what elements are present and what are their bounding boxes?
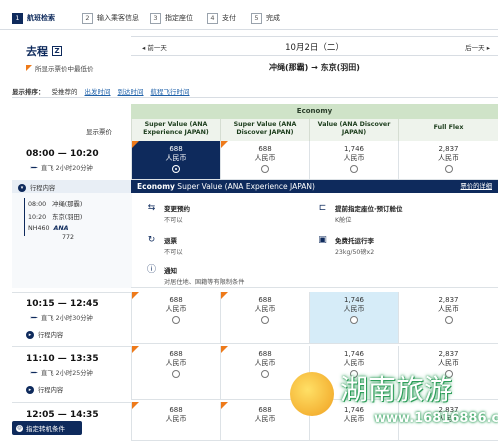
radio-button[interactable] xyxy=(350,165,358,173)
show-fare-label: 显示票价 xyxy=(86,128,112,136)
fare-cell[interactable]: 688 人民币 xyxy=(131,292,220,344)
radio-button[interactable] xyxy=(261,316,269,324)
sort-flight-duration[interactable]: 航程飞行时间 xyxy=(151,86,190,96)
expand-icon: ▸ xyxy=(26,330,34,339)
step-5: 5 完成 xyxy=(251,11,280,25)
next-day-button[interactable]: 后一天 ▸ xyxy=(465,42,490,52)
arrow-icon: → xyxy=(311,63,318,72)
step-2: 2 输入乘客信息 xyxy=(82,11,139,25)
fare-cell[interactable]: 688 人民币 xyxy=(131,402,220,441)
seat-icon: ⊏ xyxy=(318,203,327,213)
feature-seat: ⊏ 提前指定座位·预订舱位 K舱位 xyxy=(316,203,403,224)
itinerary-toggle[interactable]: ▾ 行程内容 xyxy=(12,180,132,193)
divider xyxy=(12,97,498,98)
flight-time: 10:15 — 12:45 xyxy=(26,299,99,309)
flight-time: 12:05 — 14:35 xyxy=(26,410,99,420)
timeline-line xyxy=(24,198,25,236)
lowest-fare-marker-icon xyxy=(221,346,228,353)
feature-baggage: ▣ 免费托运行李 23kg/50磅x2 xyxy=(316,235,374,256)
fare-features: ⇆ 变更预约 不可以 ⊏ 提前指定座位·预订舱位 K舱位 ↻ 退票 不可以 ▣ 免费托运行李 2… xyxy=(131,193,498,288)
airplane-icon xyxy=(30,316,38,319)
step-4: 4 支付 xyxy=(207,11,236,25)
airplane-icon xyxy=(30,371,38,374)
flight-time: 08:00 — 10:20 xyxy=(26,149,99,159)
feature-change: ⇆ 变更预约 不可以 xyxy=(145,203,190,224)
row-divider xyxy=(12,402,132,403)
ticket-icon: ⇆ xyxy=(147,203,156,213)
sort-arrival-time[interactable]: 到达时间 xyxy=(118,86,144,96)
step-progress-bar: 1 航班检索 2 输入乘客信息 3 指定座位 4 支付 5 完成 xyxy=(0,0,498,30)
feature-notice: ⓘ 通知 对居住地、国籍等有限制条件 xyxy=(146,265,245,286)
lowest-fare-marker-icon xyxy=(221,292,228,299)
leg-departure: 08:00 冲绳(那霸) xyxy=(28,201,83,208)
info-icon: ⓘ xyxy=(146,265,156,275)
itinerary-toggle[interactable]: ▸ 行程内容 xyxy=(26,385,63,394)
trip-title: 去程 Z xyxy=(26,43,62,59)
fare-cell[interactable]: 1,746 人民币 xyxy=(309,141,398,180)
row-divider xyxy=(12,346,132,347)
fare-column-header: Super Value (ANA Discover JAPAN) xyxy=(220,119,309,141)
sort-bar: 显示排序： 受推荐的 出发时间 到达时间 航程飞行时间 xyxy=(12,86,190,96)
flight-duration: 直飞 2小时25分钟 xyxy=(30,368,93,377)
fare-detail-header: Economy Super Value (ANA Experience JAPA… xyxy=(131,180,498,193)
date-navigator: ◂ 前一天 10月2日（二） 后一天 ▸ xyxy=(131,36,498,56)
fare-cell-selected[interactable]: 688 人民币 xyxy=(131,141,220,180)
watermark-logo xyxy=(290,372,334,416)
sort-recommended[interactable]: 受推荐的 xyxy=(52,86,78,96)
step-3: 3 指定座位 xyxy=(150,11,193,25)
aircraft-type: 772 xyxy=(62,234,75,241)
lowest-fare-marker-icon xyxy=(132,346,139,353)
lowest-fare-marker-icon xyxy=(26,65,32,71)
radio-button[interactable] xyxy=(172,370,180,378)
refund-icon: ↻ xyxy=(147,235,156,245)
route-header: 冲绳(那霸) → 东京(羽田) xyxy=(269,63,360,72)
fare-cell[interactable]: 688 人民币 xyxy=(131,346,220,400)
flight-duration: 直飞 2小时20分钟 xyxy=(30,163,93,172)
current-date: 10月2日（二） xyxy=(285,43,344,53)
itinerary-toggle[interactable]: ▸ 行程内容 xyxy=(26,330,63,339)
lowest-fare-marker-icon xyxy=(132,141,139,148)
lowest-fare-marker-icon xyxy=(221,402,228,409)
fare-cell[interactable]: 688 人民币 xyxy=(220,141,309,180)
expand-icon: ▸ xyxy=(26,385,34,394)
edit-icon[interactable]: Z xyxy=(52,46,62,56)
watermark: 湖南旅游 www.16816886.com xyxy=(290,368,498,438)
ana-logo: ANA xyxy=(53,225,69,232)
fare-cell[interactable]: 2,837 人民币 xyxy=(398,292,498,344)
fare-cell[interactable]: 688 人民币 xyxy=(220,292,309,344)
airplane-icon xyxy=(30,166,38,169)
radio-button[interactable] xyxy=(444,316,453,324)
baggage-icon: ▣ xyxy=(318,235,327,245)
collapse-icon: ▾ xyxy=(18,183,26,192)
flight-time: 11:10 — 13:35 xyxy=(26,354,99,364)
fare-column-header: Super Value (ANA Experience JAPAN) xyxy=(131,119,220,141)
radio-button[interactable] xyxy=(444,165,453,173)
lowest-fare-marker-icon xyxy=(132,292,139,299)
fare-column-header: Value (ANA Discover JAPAN) xyxy=(309,119,398,141)
lowest-fare-marker-icon xyxy=(221,141,228,148)
lowest-fare-marker-icon xyxy=(132,402,139,409)
leg-arrival: 10:20 东京(羽田) xyxy=(28,214,83,221)
radio-button[interactable] xyxy=(261,165,269,173)
fare-rules-link[interactable]: 票价的详细 xyxy=(461,180,492,193)
fare-cell[interactable]: 2,837 人民币 xyxy=(398,141,498,180)
row-divider xyxy=(12,292,132,293)
transfer-conditions-button[interactable]: ◎ 指定转机条件 xyxy=(12,421,82,435)
flight-number: NH460 ANA xyxy=(28,225,69,232)
radio-button[interactable] xyxy=(172,316,180,324)
fare-cell-hover[interactable]: 1,746 人民币 xyxy=(309,292,398,344)
sort-departure-time[interactable]: 出发时间 xyxy=(85,86,111,96)
feature-refund: ↻ 退票 不可以 xyxy=(145,235,183,256)
step-1: 1 航班检索 xyxy=(12,11,55,25)
cabin-header: Economy xyxy=(131,104,498,119)
radio-button[interactable] xyxy=(350,316,358,324)
radio-button[interactable] xyxy=(172,165,180,173)
settings-icon: ◎ xyxy=(16,424,23,432)
flight-duration: 直飞 2小时30分钟 xyxy=(30,313,93,322)
lowest-fare-note: 所显示票价中最低价 xyxy=(26,63,94,73)
radio-button[interactable] xyxy=(261,370,269,378)
fare-column-header: Full Flex xyxy=(398,119,498,141)
